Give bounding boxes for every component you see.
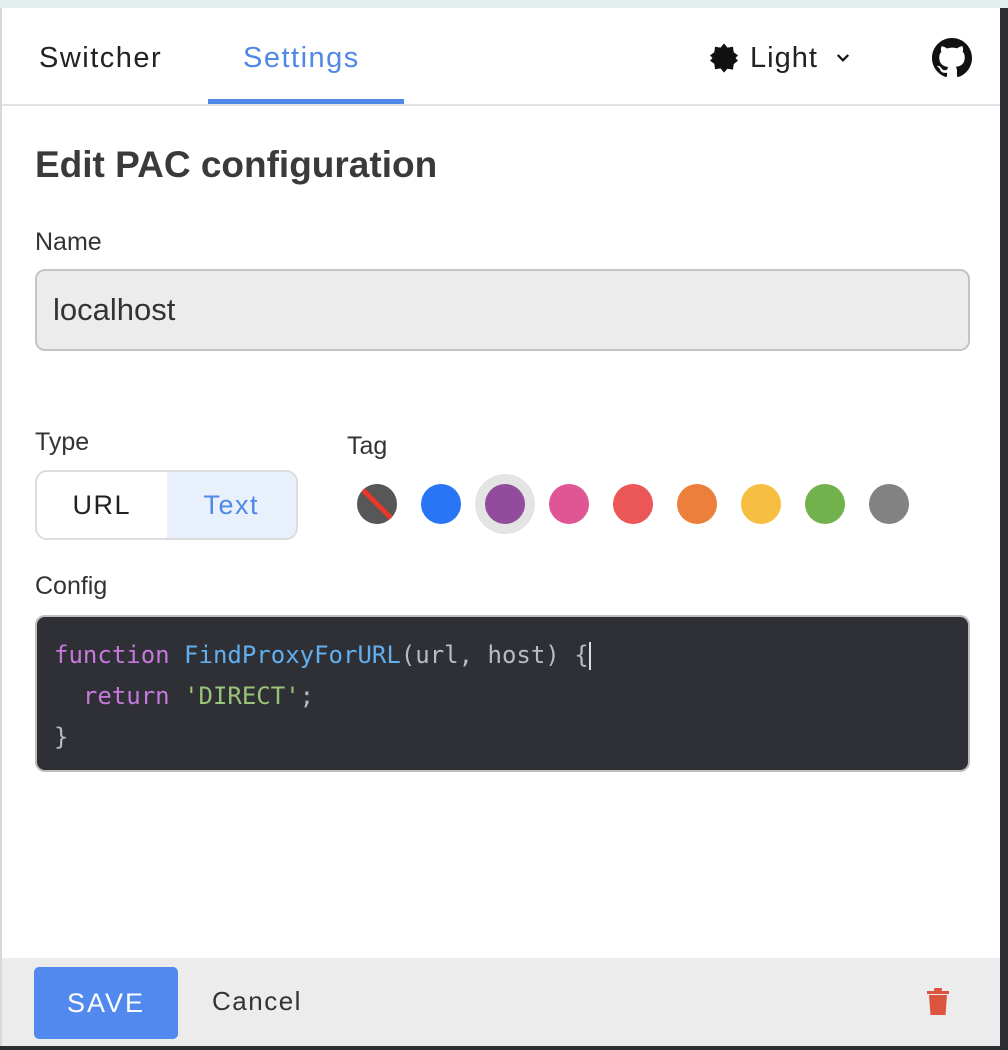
tag-pink[interactable] [549,484,589,524]
theme-label: Light [750,41,818,74]
tag-gray[interactable] [869,484,909,524]
tag-green[interactable] [805,484,845,524]
tab-switcher[interactable]: Switcher [39,8,162,104]
code-keyword: function [54,641,170,669]
brightness-icon [710,43,738,73]
trash-icon[interactable] [926,988,950,1016]
tag-none[interactable] [357,484,397,524]
tab-settings[interactable]: Settings [243,8,360,104]
cancel-button[interactable]: Cancel [212,986,302,1017]
tag-orange[interactable] [677,484,717,524]
type-option-url[interactable]: URL [37,472,167,538]
tag-label: Tag [347,432,388,460]
popup-window: Switcher Settings Light Edit PAC configu… [0,8,1000,1046]
code-text: ; [299,682,315,710]
save-button[interactable]: SAVE [34,967,178,1039]
no-tag-slash-icon [361,488,393,520]
tag-purple[interactable] [485,484,525,524]
code-function-name: FindProxyForURL [184,641,401,669]
theme-dropdown[interactable]: Light [708,38,852,78]
footer: SAVE Cancel [2,958,1000,1046]
github-icon[interactable] [932,38,972,78]
type-selector: URL Text [35,470,298,540]
code-text: } [54,723,69,751]
page-title: Edit PAC configuration [35,144,438,185]
config-editor[interactable]: function FindProxyForURL(url, host) { re… [35,615,970,772]
config-label: Config [35,572,108,600]
text-cursor [588,642,591,670]
tag-yellow[interactable] [741,484,781,524]
header: Switcher Settings Light [2,8,1000,106]
tag-red[interactable] [613,484,653,524]
chevron-down-icon [836,54,849,62]
browser-strip [0,0,1008,8]
tag-blue[interactable] [421,484,461,524]
code-keyword: return [82,682,170,710]
code-text: (url, host) { [400,641,589,669]
name-input[interactable] [35,269,970,351]
code-string: 'DIRECT' [184,682,300,710]
name-label: Name [35,228,102,256]
type-option-text[interactable]: Text [166,472,296,538]
tag-picker [357,484,933,524]
type-label: Type [35,428,90,456]
active-tab-indicator [208,99,404,104]
